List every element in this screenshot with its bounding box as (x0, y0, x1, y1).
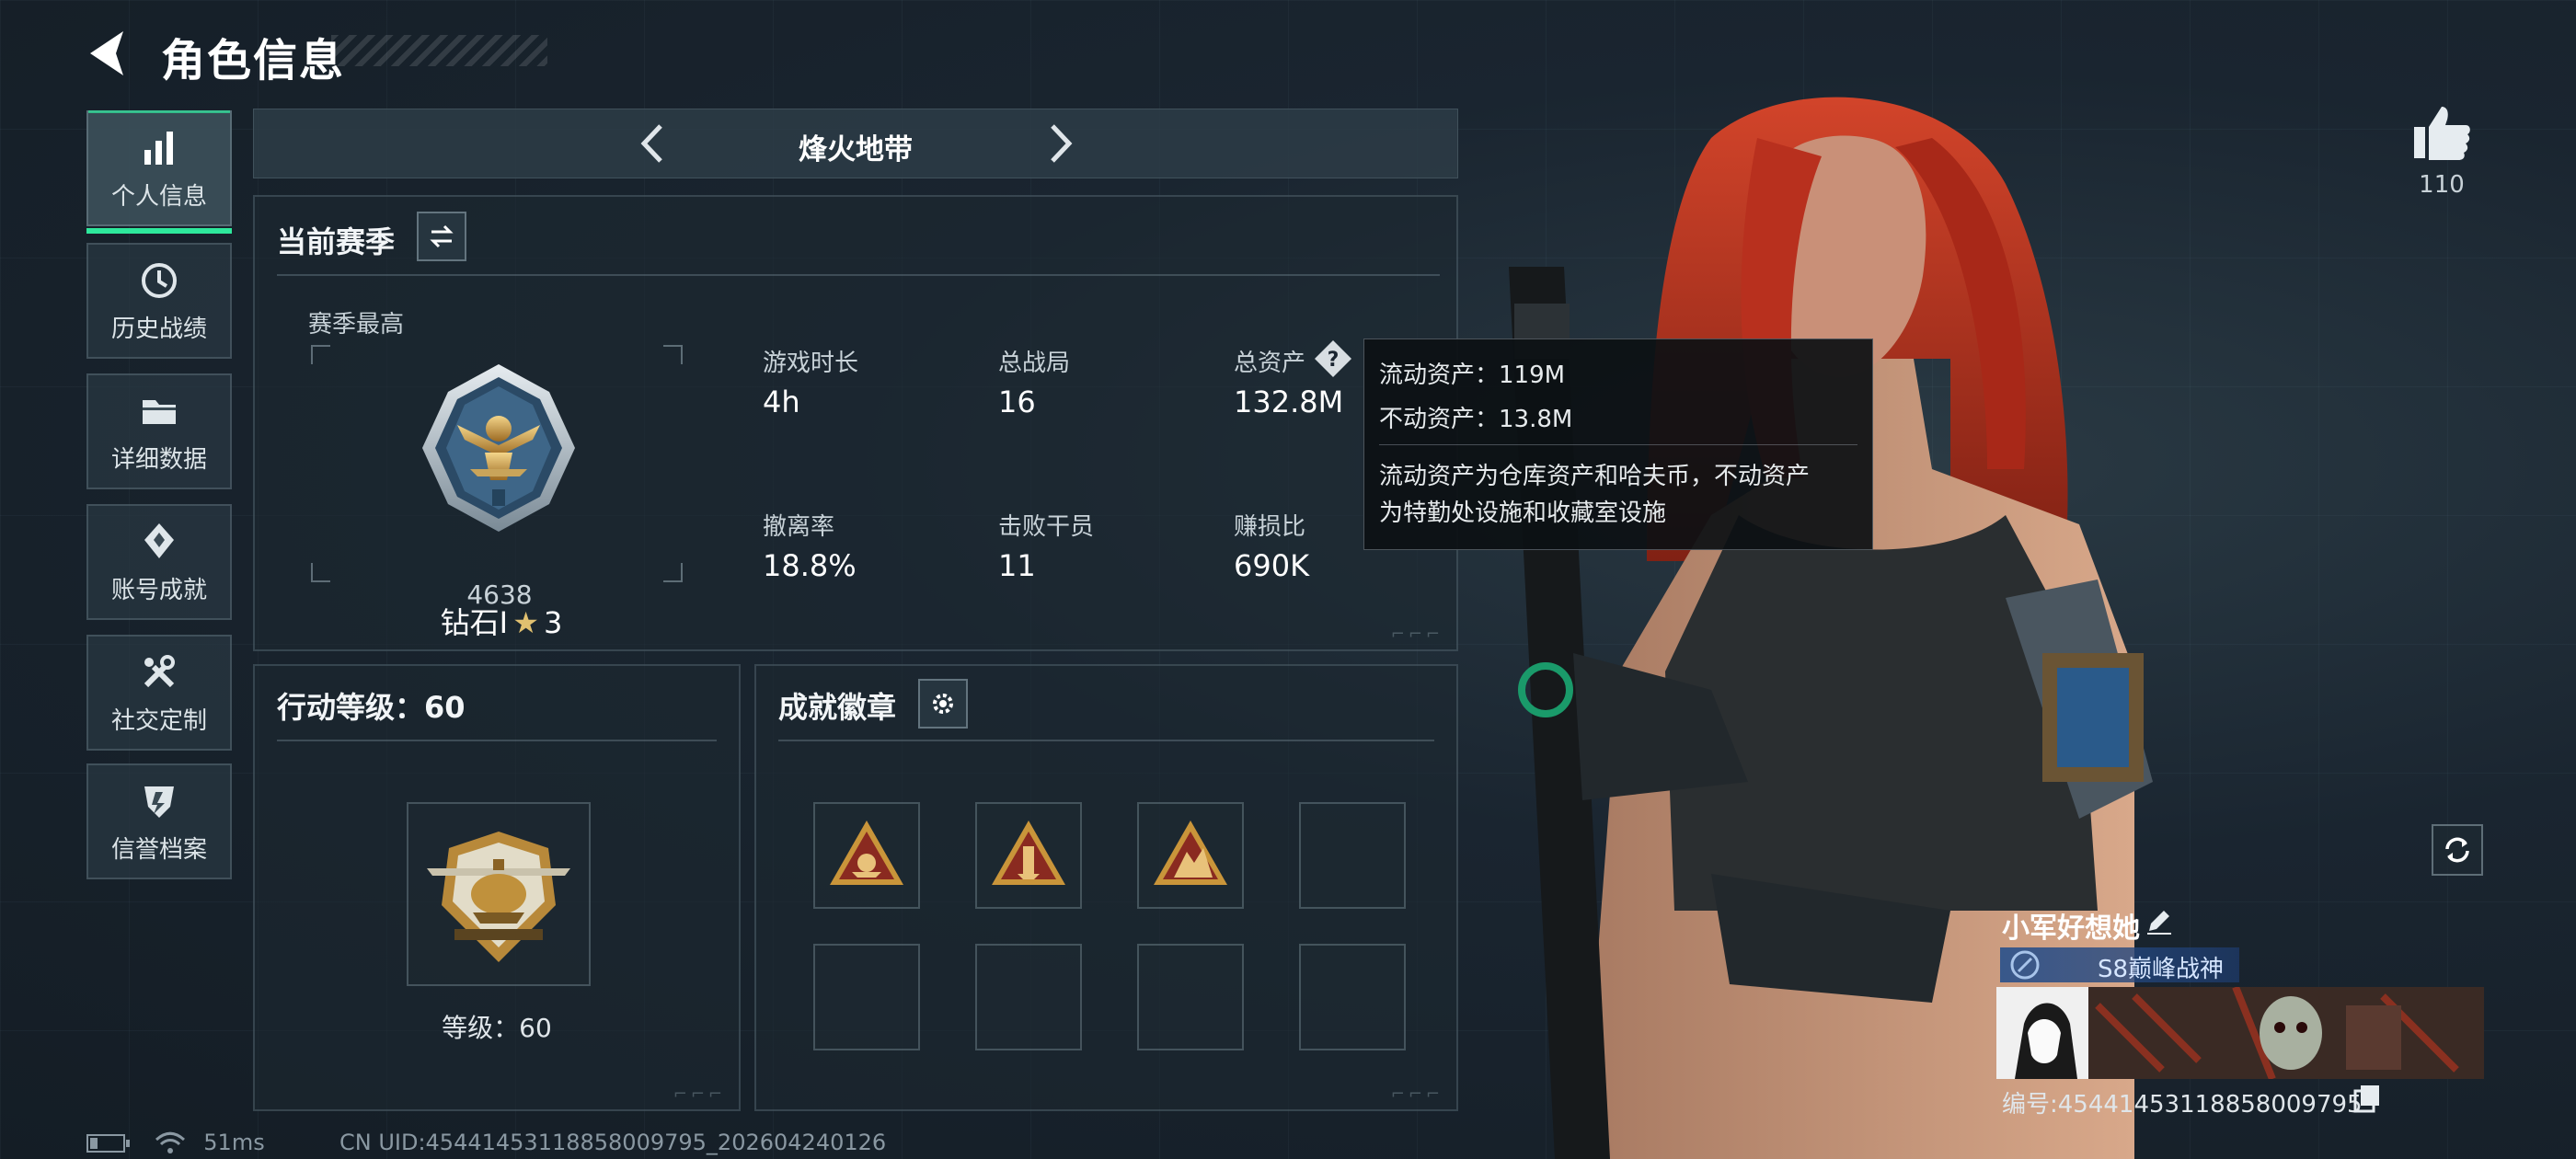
edit-pencil-icon[interactable] (2144, 905, 2175, 936)
wifi-icon (155, 1131, 185, 1153)
swap-icon (430, 224, 454, 248)
bar-chart-icon (144, 131, 173, 165)
tooltip-description-line2: 为特勤处设施和收藏室设施 (1379, 499, 1667, 527)
back-arrow-icon[interactable] (83, 28, 138, 79)
triangle-badge-icon (830, 820, 903, 885)
sidebar-item-label: 详细数据 (110, 445, 207, 474)
divider (1379, 444, 1857, 445)
copy-icon[interactable] (2353, 1084, 2381, 1113)
avatar-banner[interactable] (1996, 987, 2484, 1079)
stat-label-total-assets: 总资产 (1234, 350, 1306, 377)
refresh-button[interactable] (2432, 824, 2483, 876)
player-name: 小军好想她 (2002, 912, 2140, 945)
history-clock-icon (142, 262, 177, 298)
achievements-panel: 成就徽章 ⌐⌐⌐ (754, 664, 1458, 1111)
star-icon: ★ (512, 605, 539, 640)
panel-title: 当前赛季 (277, 224, 396, 259)
sidebar-item-achievements[interactable]: 账号成就 (86, 504, 232, 620)
sidebar-item-detailed-data[interactable]: 详细数据 (86, 373, 232, 489)
sidebar-item-social[interactable]: 社交定制 (86, 635, 232, 751)
switch-season-button[interactable] (417, 212, 466, 261)
stat-label-playtime: 游戏时长 (763, 350, 859, 377)
battery-icon (86, 1134, 130, 1153)
chevron-right-icon[interactable] (1036, 120, 1082, 166)
svg-text:?: ? (1328, 349, 1340, 372)
action-level-panel: 行动等级：60 等级：60 ⌐⌐⌐ (253, 664, 741, 1111)
achievement-badge-slot-empty[interactable] (813, 944, 920, 1050)
stat-value-total-matches: 16 (998, 384, 1036, 419)
corner-decoration: ⌐⌐⌐ (673, 1084, 726, 1104)
stat-value-total-assets: 132.8M (1234, 384, 1344, 419)
sidebar-item-label: 历史战绩 (110, 315, 207, 343)
assets-tooltip: 流动资产：119M 不动资产：13.8M 流动资产为仓库资产和哈夫币，不动资产 … (1363, 339, 1873, 550)
sidebar-item-history[interactable]: 历史战绩 (86, 243, 232, 359)
rank-medal-icon (2010, 950, 2040, 980)
stat-value-operators-defeated: 11 (998, 548, 1036, 583)
footer-uid: CN UID:45441453118858009795_202604240126 (339, 1130, 887, 1155)
season-name: 烽火地带 (799, 133, 913, 166)
diamond-rank-emblem (422, 364, 575, 532)
tooltip-liquid-assets: 流动资产：119M (1379, 361, 1566, 389)
gear-icon (933, 694, 953, 714)
diamond-badge-icon (144, 522, 174, 558)
thumbs-up-icon[interactable] (2410, 103, 2473, 162)
sidebar-item-credit[interactable]: 信誉档案 (86, 763, 232, 879)
achievement-badge-slot-empty[interactable] (1299, 802, 1406, 909)
rank-stars: 3 (543, 605, 563, 640)
stat-label-profit-ratio: 赚损比 (1234, 513, 1306, 541)
rank-points: 4638 (466, 580, 533, 610)
achievement-badge-slot-empty[interactable] (1137, 944, 1244, 1050)
stat-value-profit-ratio: 690K (1234, 548, 1310, 583)
tooltip-fixed-assets: 不动资产：13.8M (1379, 406, 1573, 433)
sidebar-item-label: 个人信息 (110, 182, 207, 211)
badge-settings-button[interactable] (918, 679, 968, 729)
season-selector: 烽火地带 (253, 109, 1458, 178)
player-uid: 编号:45441453118858009795 (2002, 1091, 2363, 1119)
ping-value: 51ms (203, 1130, 265, 1155)
stat-label-extraction-rate: 撤离率 (763, 513, 835, 541)
sidebar-item-label: 账号成就 (110, 576, 207, 604)
divider (778, 740, 1434, 741)
achievement-badge-slot[interactable] (975, 802, 1082, 909)
helicopter-level-badge (427, 832, 570, 962)
achievement-badge-slot[interactable] (813, 802, 920, 909)
triangle-badge-icon (992, 820, 1065, 885)
refresh-icon (2445, 837, 2469, 863)
level-badge-frame (407, 802, 591, 986)
player-title-badge: S8巅峰战神 (2000, 947, 2239, 983)
divider (277, 274, 1440, 276)
level-text: 等级：60 (442, 1013, 552, 1043)
shield-icon (144, 786, 174, 818)
sidebar-item-label: 社交定制 (110, 706, 207, 735)
stat-label-operators-defeated: 击败干员 (998, 513, 1095, 541)
panel-title: 成就徽章 (778, 690, 897, 725)
player-title-text: S8巅峰战神 (2098, 956, 2225, 983)
divider (277, 740, 717, 741)
stat-value-playtime: 4h (763, 384, 800, 419)
season-best-label: 赛季最高 (308, 311, 405, 339)
achievement-badge-slot-empty[interactable] (975, 944, 1082, 1050)
help-icon[interactable]: ? (1313, 339, 1353, 379)
tools-icon (144, 654, 175, 687)
panel-title: 行动等级：60 (277, 690, 466, 725)
title-decoration (331, 35, 547, 66)
triangle-badge-icon (1154, 820, 1227, 885)
folder-icon (143, 399, 176, 424)
rank-name: 钻石Ⅰ (440, 605, 509, 640)
like-count: 110 (2419, 171, 2465, 199)
sidebar-item-label: 信誉档案 (110, 835, 207, 864)
achievement-badge-slot[interactable] (1137, 802, 1244, 909)
achievement-badge-slot-empty[interactable] (1299, 944, 1406, 1050)
stat-label-total-matches: 总战局 (998, 350, 1071, 377)
page-title: 角色信息 (161, 35, 346, 86)
stat-value-extraction-rate: 18.8% (763, 548, 857, 583)
sidebar-item-personal-info[interactable]: 个人信息 (86, 110, 232, 234)
status-bar: 51ms CN UID:45441453118858009795_2026042… (86, 1130, 886, 1155)
tooltip-description-line1: 流动资产为仓库资产和哈夫币，不动资产 (1379, 463, 1811, 490)
